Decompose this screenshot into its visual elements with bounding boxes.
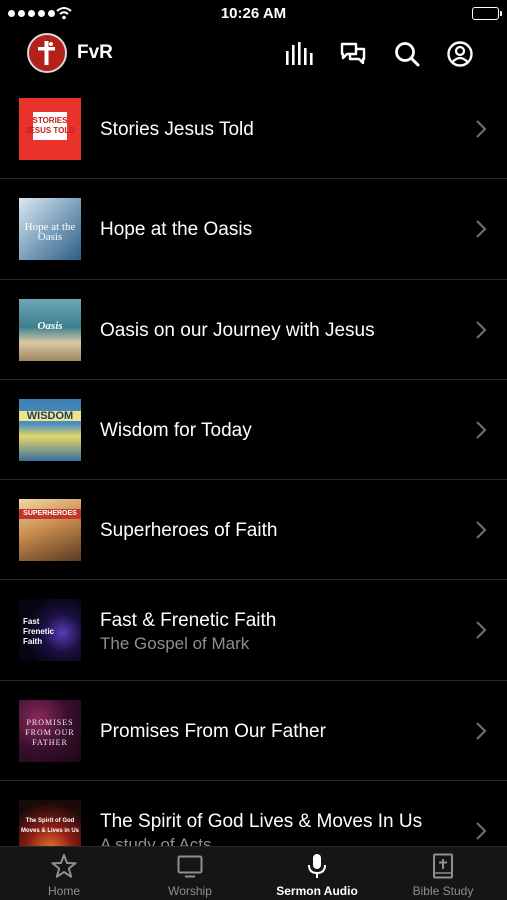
series-title: Stories Jesus Told [100,119,254,140]
series-subtitle: The Gospel of Mark [100,634,250,654]
list-item[interactable]: SUPERHEROES Superheroes of Faith [0,480,507,581]
microphone-icon [308,854,326,878]
list-item[interactable]: Fast Frenetic Faith Fast & Frenetic Fait… [0,580,507,681]
chat-bubbles-icon[interactable] [337,38,369,70]
chevron-right-icon [476,521,487,539]
series-title: Fast & Frenetic Faith [100,610,277,632]
list-item[interactable]: WISDOM Wisdom for Today [0,380,507,481]
tab-worship[interactable]: Worship [127,847,253,900]
series-title: Promises From Our Father [100,720,326,742]
series-title: Wisdom for Today [100,419,252,441]
status-time: 10:26 AM [220,5,287,22]
bible-icon [433,853,453,879]
search-icon[interactable] [391,38,423,70]
series-thumbnail: Hope at the Oasis [19,198,81,261]
equalizer-icon[interactable] [283,38,315,70]
chevron-right-icon [476,320,487,339]
tab-sermon-audio[interactable]: Sermon Audio [254,847,380,900]
series-thumbnail: SUPERHEROES [19,499,81,562]
tab-home[interactable]: Home [1,847,127,900]
battery-icon [472,7,502,20]
thumbnail-text: STORIES JESUS TOLD [24,116,76,135]
tv-icon [177,855,203,878]
app-logo[interactable] [27,33,67,73]
thumbnail-text: Hope at the Oasis [24,221,76,244]
sermon-series-list: STORIES JESUS TOLD Stories Jesus Told Ho… [0,79,507,882]
tab-bar: Home Worship Sermon Audio Bible Study [0,846,507,900]
chevron-right-icon [476,421,487,439]
chevron-right-icon [476,822,487,840]
thumbnail-text: PROMISES FROM OUR FATHER [25,717,75,747]
chevron-right-icon [476,220,487,239]
tab-label: Bible Study [412,884,474,898]
series-thumbnail: Fast Frenetic Faith [19,599,81,662]
thumbnail-text: Oasis [37,319,63,332]
series-title: The Spirit of God Lives & Moves In Us [100,811,423,833]
thumbnail-text: WISDOM [19,410,81,421]
series-thumbnail: STORIES JESUS TOLD [19,98,81,160]
list-item[interactable]: PROMISES FROM OUR FATHER Promises From O… [0,681,507,782]
top-nav: FvR [0,30,507,78]
tab-label: Sermon Audio [276,884,358,898]
tab-label: Worship [168,884,212,898]
chevron-right-icon [476,722,487,740]
thumbnail-text: Fast Frenetic Faith [23,617,55,647]
series-thumbnail: PROMISES FROM OUR FATHER [19,699,81,762]
series-title: Hope at the Oasis [100,219,253,241]
list-item[interactable]: Oasis Oasis on our Journey with Jesus [0,280,507,380]
series-thumbnail: Oasis [19,298,81,361]
star-icon [51,854,77,878]
thumbnail-text: SUPERHEROES [19,509,81,520]
chevron-right-icon [476,621,487,640]
series-title: Superheroes of Faith [100,520,278,542]
list-item[interactable]: Hope at the Oasis Hope at the Oasis [0,179,507,280]
series-title: Oasis on our Journey with Jesus [100,319,375,341]
thumbnail-text: The Spirit of God Moves & Lives in Us [20,818,80,835]
tab-label: Home [47,884,80,898]
account-icon[interactable] [444,38,476,70]
series-thumbnail: WISDOM [19,398,81,461]
list-item[interactable]: STORIES JESUS TOLD Stories Jesus Told [0,79,507,180]
app-title: FvR [77,42,113,63]
tab-bible-study[interactable]: Bible Study [380,847,506,900]
status-bar: 10:26 AM [0,0,507,28]
chevron-right-icon [476,120,487,138]
